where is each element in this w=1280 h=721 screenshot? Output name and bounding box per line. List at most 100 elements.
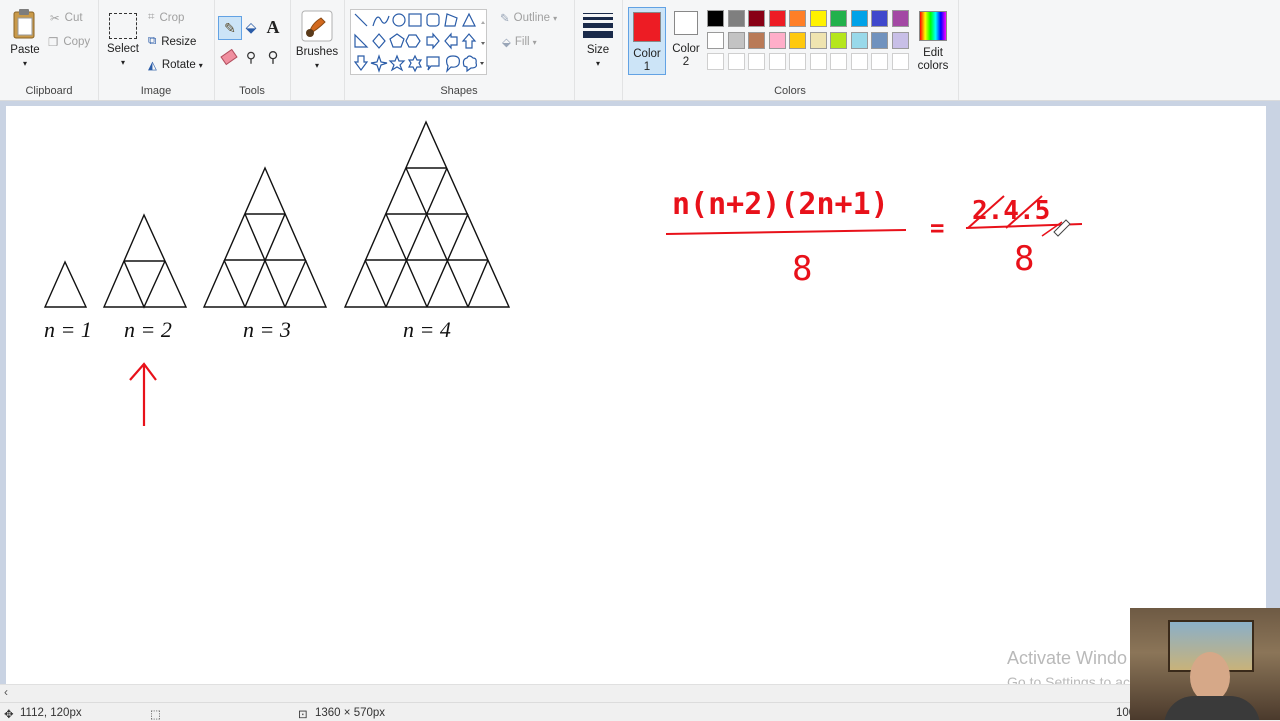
palette-swatch[interactable] (891, 31, 909, 49)
fill-button[interactable]: ⬙ Fill ▾ (502, 35, 537, 49)
oval-shape-icon[interactable] (392, 13, 406, 27)
rectangle-shape-icon[interactable] (408, 13, 422, 27)
right-arrow-shape-icon[interactable] (426, 32, 440, 50)
size-button[interactable]: Size ▾ (580, 10, 616, 70)
palette-swatch[interactable] (727, 31, 745, 49)
copy-button[interactable]: ❐ Copy (48, 35, 90, 49)
rounded-rectangle-shape-icon[interactable] (426, 13, 440, 27)
triangle-shape-icon[interactable] (462, 12, 476, 27)
outline-button[interactable]: ✎ Outline ▾ (500, 11, 557, 25)
magnifier-icon: ⚲ (267, 49, 279, 66)
palette-swatch[interactable] (850, 53, 868, 70)
palette-swatch[interactable] (830, 31, 847, 49)
palette-swatch[interactable] (789, 31, 806, 49)
select-button[interactable]: Select ▾ (106, 13, 140, 69)
palette-swatch[interactable] (707, 31, 724, 49)
palette-swatch[interactable] (768, 10, 786, 27)
tools-group-label: Tools (239, 85, 265, 97)
edit-colors-button[interactable]: Edit colors (914, 11, 952, 73)
palette-swatch[interactable] (830, 53, 847, 70)
palette-swatch[interactable] (850, 10, 868, 27)
palette-swatch[interactable] (871, 31, 888, 49)
rotate-button[interactable]: ◭ Rotate ▾ (148, 58, 203, 72)
palette-swatch[interactable] (707, 53, 724, 70)
polygon-shape-icon[interactable] (444, 13, 458, 27)
line-shape-icon[interactable] (354, 13, 368, 27)
eraser-tool[interactable] (220, 48, 238, 66)
brushes-dropdown-icon[interactable]: ▾ (294, 59, 340, 72)
shapes-scroll-up-icon[interactable] (481, 21, 485, 24)
left-arrow-shape-icon[interactable] (444, 32, 458, 50)
shapes-gallery[interactable] (350, 9, 487, 75)
palette-swatch[interactable] (809, 53, 827, 70)
palette-swatch[interactable] (727, 10, 745, 27)
color2-button[interactable]: Color 2 (668, 11, 704, 69)
n-labels: n = 1 n = 2 n = 3 n = 4 (44, 317, 451, 342)
color-picker-icon: ⚲ (245, 48, 257, 65)
brushes-label: Brushes (295, 46, 339, 58)
triangle-n3 (202, 166, 328, 308)
text-icon: A (266, 16, 280, 37)
palette-swatch[interactable] (768, 53, 786, 70)
palette-swatch[interactable] (768, 31, 786, 49)
hexagon-shape-icon[interactable] (405, 34, 421, 48)
palette-swatch[interactable] (789, 53, 806, 70)
diamond-shape-icon[interactable] (372, 33, 386, 49)
palette-swatch[interactable] (748, 31, 765, 49)
crop-button[interactable]: ⌗ Crop (148, 11, 184, 24)
paste-button[interactable]: Paste ▾ (8, 8, 42, 70)
horizontal-scrollbar[interactable]: ‹ (0, 684, 1280, 702)
five-point-star-shape-icon[interactable] (388, 54, 406, 72)
text-tool[interactable]: A (264, 16, 282, 37)
paste-dropdown-icon[interactable]: ▾ (8, 57, 42, 70)
palette-swatch[interactable] (707, 10, 724, 27)
cut-button[interactable]: ✂ Cut (50, 11, 83, 25)
six-point-star-shape-icon[interactable] (407, 54, 423, 73)
size-lines-icon (583, 13, 613, 38)
copy-label: Copy (63, 36, 91, 48)
scissors-icon: ✂ (50, 13, 60, 25)
curve-shape-icon[interactable] (372, 15, 390, 27)
formula-denominator: 8 (792, 249, 812, 289)
palette-swatch[interactable] (830, 10, 847, 27)
palette-swatch[interactable] (789, 10, 806, 27)
fill-tool[interactable]: ⬙ (242, 18, 260, 36)
palette-swatch[interactable] (891, 10, 909, 27)
brushes-button[interactable]: Brushes ▾ (294, 10, 340, 72)
rotate-dropdown-icon[interactable]: ▾ (199, 61, 203, 70)
palette-swatch[interactable] (809, 10, 827, 27)
selection-size-icon: ⬚ (150, 709, 161, 721)
up-arrow-shape-icon[interactable] (461, 33, 477, 49)
palette-swatch[interactable] (748, 10, 765, 27)
label-n4: n = 4 (403, 317, 451, 342)
fill-icon: ⬙ (502, 37, 511, 49)
palette-swatch[interactable] (891, 53, 909, 70)
cloud-callout-shape-icon[interactable] (462, 55, 478, 73)
palette-swatch[interactable] (748, 53, 765, 70)
color2-label-line2: 2 (682, 56, 690, 68)
pentagon-shape-icon[interactable] (389, 33, 405, 48)
color1-button[interactable]: Color 1 (628, 7, 666, 75)
palette-swatch[interactable] (850, 31, 868, 49)
rectangle-callout-shape-icon[interactable] (426, 56, 440, 71)
shapes-group-label: Shapes (440, 85, 478, 97)
four-point-star-shape-icon[interactable] (370, 54, 388, 73)
down-arrow-shape-icon[interactable] (353, 55, 369, 71)
shapes-scroll-down-icon[interactable] (481, 42, 485, 45)
drawing-canvas[interactable]: n = 1 n = 2 n = 3 n = 4 n(n+2)(2n+1) 8 =… (6, 106, 1266, 684)
palette-swatch[interactable] (809, 31, 827, 49)
palette-swatch[interactable] (871, 53, 888, 70)
color-picker-tool[interactable]: ⚲ (242, 48, 260, 66)
palette-swatch[interactable] (727, 53, 745, 70)
palette-swatch[interactable] (871, 10, 888, 27)
cursor-position-icon: ✥ (4, 709, 14, 721)
pencil-tool[interactable]: ✎ (218, 16, 242, 40)
colors-group-label: Colors (774, 85, 806, 97)
oval-callout-shape-icon[interactable] (446, 55, 460, 73)
shapes-more-icon[interactable] (480, 62, 484, 65)
right-triangle-shape-icon[interactable] (354, 33, 369, 48)
select-dropdown-icon[interactable]: ▾ (106, 56, 140, 69)
magnifier-tool[interactable]: ⚲ (264, 48, 282, 66)
scroll-left-icon[interactable]: ‹ (4, 685, 8, 699)
resize-button[interactable]: ⧉ Resize (148, 35, 196, 48)
